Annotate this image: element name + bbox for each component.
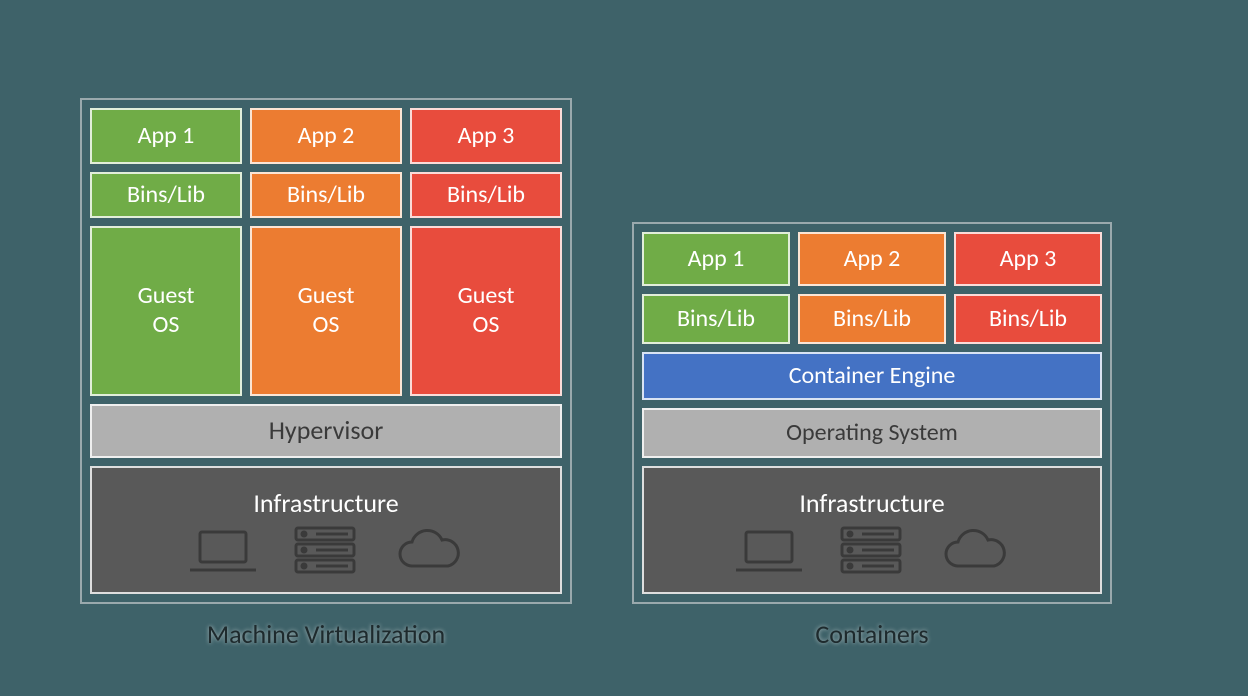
laptop-icon [732,526,806,576]
vm-hypervisor: Hypervisor [90,404,562,458]
ct-bins-1: Bins/Lib [642,294,790,344]
vm-guest-row: Guest OS Guest OS Guest OS [90,226,562,396]
vm-guest-os-3: Guest OS [410,226,562,396]
vm-stack: App 1 App 2 App 3 Bins/Lib Bins/Lib Bins… [80,98,572,604]
vm-bins-3: Bins/Lib [410,172,562,218]
cloud-icon [390,526,466,576]
ct-apps-row: App 1 App 2 App 3 [642,232,1102,286]
containers-stack: App 1 App 2 App 3 Bins/Lib Bins/Lib Bins… [632,222,1112,604]
ct-bins-row: Bins/Lib Bins/Lib Bins/Lib [642,294,1102,344]
vm-infrastructure: Infrastructure [90,466,562,594]
vm-bins-row: Bins/Lib Bins/Lib Bins/Lib [90,172,562,218]
vm-app-1: App 1 [90,108,242,164]
cloud-icon [936,526,1012,576]
vm-bins-2: Bins/Lib [250,172,402,218]
server-rack-icon [290,524,360,578]
vm-guest-os-2: Guest OS [250,226,402,396]
container-engine: Container Engine [642,352,1102,400]
vm-guest-os-1: Guest OS [90,226,242,396]
vm-bins-1: Bins/Lib [90,172,242,218]
ct-app-3: App 3 [954,232,1102,286]
vm-app-3: App 3 [410,108,562,164]
ct-infrastructure: Infrastructure [642,466,1102,594]
vm-apps-row: App 1 App 2 App 3 [90,108,562,164]
ct-infrastructure-label: Infrastructure [799,488,944,519]
ct-caption: Containers [815,618,928,650]
ct-app-2: App 2 [798,232,946,286]
ct-app-1: App 1 [642,232,790,286]
ct-bins-2: Bins/Lib [798,294,946,344]
vm-infrastructure-label: Infrastructure [253,488,398,519]
infrastructure-icons [732,524,1012,578]
ct-bins-3: Bins/Lib [954,294,1102,344]
operating-system: Operating System [642,408,1102,458]
server-rack-icon [836,524,906,578]
vm-app-2: App 2 [250,108,402,164]
infrastructure-icons [186,524,466,578]
vm-caption: Machine Virtualization [207,618,445,650]
laptop-icon [186,526,260,576]
